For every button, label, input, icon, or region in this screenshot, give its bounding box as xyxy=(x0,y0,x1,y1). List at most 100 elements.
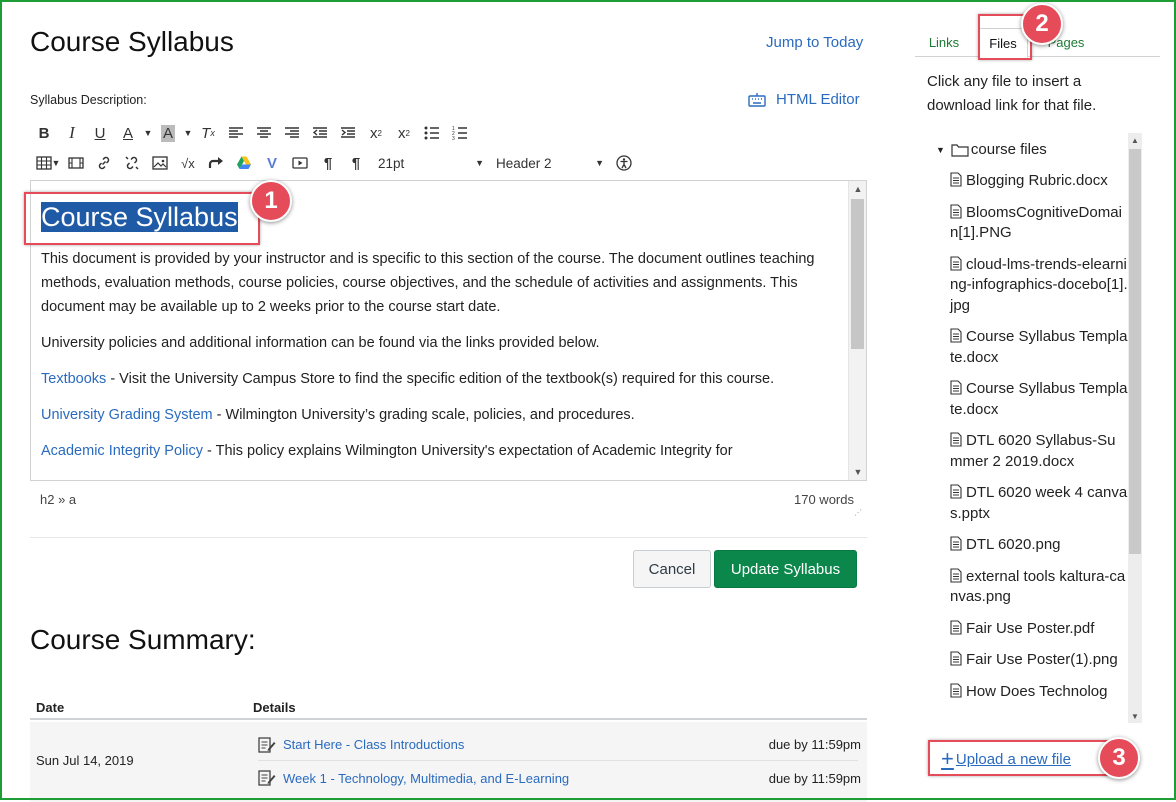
element-path: h2 » a xyxy=(40,492,77,507)
callout-badge-3: 3 xyxy=(1098,737,1140,779)
document-icon xyxy=(950,536,962,551)
summary-table-body: Sun Jul 14, 2019 Start Here - Class Intr… xyxy=(30,722,867,802)
editor-scrollbar-thumb[interactable] xyxy=(851,199,864,349)
resize-handle-icon[interactable]: ⋰ xyxy=(854,508,864,518)
files-scrollbar-thumb[interactable] xyxy=(1129,149,1141,554)
scroll-down-icon[interactable]: ▼ xyxy=(849,464,866,480)
align-right-icon xyxy=(285,127,299,138)
file-item[interactable]: cloud-lms-trends-elearning-infographics-… xyxy=(950,255,1128,317)
bold-button[interactable]: B xyxy=(30,120,58,146)
file-item[interactable]: external tools kaltura-canvas.png xyxy=(950,567,1128,608)
academic-integrity-link[interactable]: Academic Integrity Policy xyxy=(41,443,203,459)
link-description: - This policy explains Wilmington Univer… xyxy=(202,443,733,459)
file-item[interactable]: Fair Use Poster(1).png xyxy=(950,650,1128,671)
file-item[interactable]: Blogging Rubric.docx xyxy=(950,171,1128,192)
jump-to-today-link[interactable]: Jump to Today xyxy=(766,34,863,51)
font-size-select[interactable]: 21pt ▼ xyxy=(372,150,490,176)
column-header-date: Date xyxy=(36,700,65,715)
course-summary-title: Course Summary: xyxy=(30,624,256,655)
align-left-icon xyxy=(229,127,243,138)
update-syllabus-button[interactable]: Update Syllabus xyxy=(714,550,857,588)
align-right-button[interactable] xyxy=(278,120,306,146)
text-color-dropdown[interactable]: ▼ xyxy=(142,120,154,146)
document-icon xyxy=(950,172,962,187)
video-button[interactable] xyxy=(286,150,314,176)
superscript-button[interactable]: x2 xyxy=(362,120,390,146)
subscript-button[interactable]: x2 xyxy=(390,120,418,146)
image-button[interactable] xyxy=(146,150,174,176)
file-item[interactable]: DTL 6020.png xyxy=(950,535,1128,556)
event-link[interactable]: Start Here - Class Introductions xyxy=(283,737,464,752)
align-center-icon xyxy=(257,127,271,138)
editor-toolbar-row-1: B I U A ▼ A ▼ Tx x2 x2 123 xyxy=(30,120,474,146)
google-drive-button[interactable] xyxy=(230,150,258,176)
chevron-down-icon: ▼ xyxy=(475,158,484,168)
files-scrollbar[interactable]: ▲ ▼ xyxy=(1128,133,1142,723)
indent-button[interactable] xyxy=(334,120,362,146)
caret-down-icon: ▼ xyxy=(936,144,945,155)
scroll-down-icon[interactable]: ▼ xyxy=(1128,709,1142,723)
lti-apps-button[interactable] xyxy=(202,150,230,176)
rtl-direction-button[interactable]: ¶ xyxy=(342,150,370,176)
file-name: How Does Technolog xyxy=(966,682,1108,700)
file-item[interactable]: DTL 6020 week 4 canvas.pptx xyxy=(950,483,1128,524)
grading-system-link[interactable]: University Grading System xyxy=(41,407,213,423)
accessibility-checker-button[interactable] xyxy=(610,150,638,176)
table-row: Start Here - Class Introductions due by … xyxy=(258,729,861,761)
text-color-button[interactable]: A xyxy=(114,120,142,146)
background-color-button[interactable]: A xyxy=(154,120,182,146)
folder-course-files[interactable]: ▼ course files xyxy=(936,141,1047,158)
file-item[interactable]: DTL 6020 Syllabus-Summer 2 2019.docx xyxy=(950,431,1128,472)
html-editor-toggle[interactable]: HTML Editor xyxy=(748,91,860,108)
unlink-button[interactable] xyxy=(118,150,146,176)
numbered-list-icon: 123 xyxy=(452,126,467,141)
clear-formatting-button[interactable]: Tx xyxy=(194,120,222,146)
file-item[interactable]: Course Syllabus Template.docx xyxy=(950,327,1128,368)
event-due: due by 11:59pm xyxy=(768,770,861,786)
callout-badge-1: 1 xyxy=(250,180,292,222)
numbered-list-button[interactable]: 123 xyxy=(446,120,474,146)
align-left-button[interactable] xyxy=(222,120,250,146)
event-due: due by 11:59pm xyxy=(768,737,861,752)
table-dropdown[interactable]: ▼ xyxy=(50,150,62,176)
assignment-icon xyxy=(258,770,276,786)
align-center-button[interactable] xyxy=(250,120,278,146)
document-icon xyxy=(950,432,962,447)
video-play-icon xyxy=(292,157,308,169)
link-button[interactable] xyxy=(90,150,118,176)
document-icon xyxy=(950,255,962,271)
image-icon xyxy=(152,156,168,170)
event-date: Sun Jul 14, 2019 xyxy=(36,753,134,768)
underline-button[interactable]: U xyxy=(86,120,114,146)
bullet-list-button[interactable] xyxy=(418,120,446,146)
event-link[interactable]: Week 1 - Technology, Multimedia, and E-L… xyxy=(283,771,569,786)
syllabus-description-label: Syllabus Description: xyxy=(30,93,147,107)
file-name: DTL 6020 Syllabus-Summer 2 2019.docx xyxy=(950,432,1116,470)
textbooks-link[interactable]: Textbooks xyxy=(41,371,106,387)
link-description: - Wilmington University’s grading scale,… xyxy=(212,407,635,423)
file-item[interactable]: How Does Technolog xyxy=(950,682,1128,703)
file-item[interactable]: Course Syllabus Template.docx xyxy=(950,379,1128,420)
folder-icon xyxy=(951,143,969,157)
italic-button[interactable]: I xyxy=(58,120,86,146)
ltr-direction-button[interactable]: ¶ xyxy=(314,150,342,176)
outdent-button[interactable] xyxy=(306,120,334,146)
editor-scrollbar[interactable]: ▲ ▼ xyxy=(848,181,866,480)
block-format-select[interactable]: Header 2 ▼ xyxy=(490,150,610,176)
scroll-up-icon[interactable]: ▲ xyxy=(849,181,866,197)
file-name: DTL 6020.png xyxy=(966,536,1061,553)
cancel-button[interactable]: Cancel xyxy=(633,550,711,588)
document-icon xyxy=(950,484,962,499)
media-button[interactable] xyxy=(62,150,90,176)
file-name: Course Syllabus Template.docx xyxy=(950,380,1128,418)
sidebar-help-text: Click any file to insert a download link… xyxy=(927,73,1097,114)
tab-links[interactable]: Links xyxy=(915,28,973,57)
document-icon xyxy=(950,567,962,583)
scroll-up-icon[interactable]: ▲ xyxy=(1128,133,1142,147)
vimeo-button[interactable]: V xyxy=(258,150,286,176)
equation-button[interactable]: √x xyxy=(174,150,202,176)
file-item[interactable]: BloomsCognitiveDomain[1].PNG xyxy=(950,203,1128,244)
background-color-dropdown[interactable]: ▼ xyxy=(182,120,194,146)
word-count: 170 words xyxy=(794,492,854,507)
file-item[interactable]: Fair Use Poster.pdf xyxy=(950,619,1128,640)
